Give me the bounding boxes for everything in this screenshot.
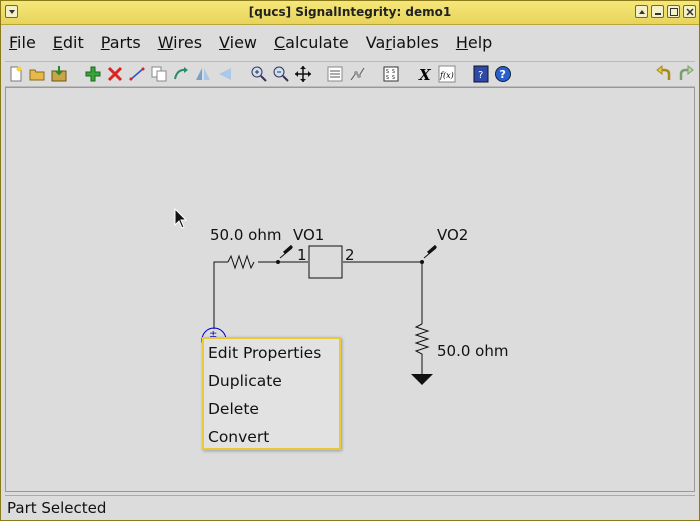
resistor-r2 bbox=[414, 323, 430, 374]
two-port-block bbox=[308, 245, 343, 279]
save-icon[interactable] bbox=[50, 65, 68, 83]
menu-variables[interactable]: Variables bbox=[364, 31, 441, 54]
flip-icon[interactable] bbox=[216, 65, 234, 83]
help-book-icon[interactable]: ? bbox=[472, 65, 490, 83]
undo-icon[interactable] bbox=[655, 65, 673, 83]
add-part-icon[interactable] bbox=[84, 65, 102, 83]
open-folder-icon[interactable] bbox=[28, 65, 46, 83]
resistor-r2-label: 50.0 ohm bbox=[437, 342, 509, 360]
graph-icon[interactable] bbox=[348, 65, 366, 83]
wire-port2-to-r2 bbox=[343, 261, 423, 324]
context-menu: Edit Properties Duplicate Delete Convert bbox=[202, 337, 341, 450]
port-1-label: 1 bbox=[297, 246, 307, 264]
mirror-icon[interactable] bbox=[194, 65, 212, 83]
maximize-button[interactable] bbox=[667, 5, 680, 18]
ground-icon bbox=[411, 374, 433, 385]
junction-dot-1 bbox=[276, 260, 280, 264]
menu-item-duplicate[interactable]: Duplicate bbox=[208, 372, 282, 390]
svg-text:X: X bbox=[418, 66, 432, 83]
close-button[interactable] bbox=[683, 5, 696, 18]
minimize-button[interactable] bbox=[651, 5, 664, 18]
duplicate-icon[interactable] bbox=[150, 65, 168, 83]
title-bar[interactable]: [qucs] SignalIntegrity: demo1 bbox=[1, 1, 699, 25]
netlist-icon[interactable] bbox=[326, 65, 344, 83]
svg-text:?: ? bbox=[500, 68, 506, 81]
rotate-icon[interactable] bbox=[172, 65, 190, 83]
shade-button[interactable] bbox=[635, 5, 648, 18]
mouse-cursor-icon bbox=[174, 208, 188, 229]
zoom-out-icon[interactable] bbox=[272, 65, 290, 83]
function-icon[interactable]: f(x) bbox=[438, 65, 456, 83]
matrix-icon[interactable]: S SS S bbox=[382, 65, 400, 83]
junction-dot-2 bbox=[420, 260, 424, 264]
probe-vo1-label: VO1 bbox=[293, 226, 325, 244]
probe-vo2-label: VO2 bbox=[437, 226, 469, 244]
menu-bar: File Edit Parts Wires View Calculate Variables… bbox=[7, 31, 507, 57]
svg-text:?: ? bbox=[478, 70, 483, 81]
menu-item-edit-properties[interactable]: Edit Properties bbox=[208, 344, 321, 362]
menu-item-convert[interactable]: Convert bbox=[208, 428, 269, 446]
menu-edit[interactable]: Edit bbox=[51, 31, 86, 54]
menu-wires[interactable]: Wires bbox=[156, 31, 204, 54]
svg-text:S S: S S bbox=[386, 75, 395, 81]
pan-icon[interactable] bbox=[294, 65, 312, 83]
menu-item-delete[interactable]: Delete bbox=[208, 400, 259, 418]
delete-part-icon[interactable] bbox=[106, 65, 124, 83]
menu-help[interactable]: Help bbox=[454, 31, 494, 54]
status-bar: Part Selected bbox=[5, 495, 695, 520]
menu-parts[interactable]: Parts bbox=[99, 31, 143, 54]
schematic-drawing: ± bbox=[201, 244, 437, 385]
window-title: [qucs] SignalIntegrity: demo1 bbox=[248, 5, 452, 19]
menu-view[interactable]: View bbox=[217, 31, 259, 54]
new-file-icon[interactable] bbox=[7, 65, 25, 83]
svg-text:f(x): f(x) bbox=[439, 71, 454, 80]
resistor-r1-label: 50.0 ohm bbox=[210, 226, 282, 244]
variable-x-icon[interactable]: X bbox=[416, 65, 434, 83]
app-window: [qucs] SignalIntegrity: demo1 File Edit Pa… bbox=[0, 0, 700, 521]
help-question-icon[interactable]: ? bbox=[494, 65, 512, 83]
resistor-r1 bbox=[227, 254, 255, 270]
menu-file[interactable]: File bbox=[7, 31, 38, 54]
add-wire-icon[interactable] bbox=[128, 65, 146, 83]
schematic-canvas[interactable]: ± 50.0 ohm VO1 1 2 VO2 50.0 ohm bbox=[5, 87, 695, 492]
port-2-label: 2 bbox=[345, 246, 355, 264]
redo-icon[interactable] bbox=[677, 65, 695, 83]
status-text: Part Selected bbox=[7, 499, 107, 517]
toolbar: S SS S X f(x) ? ? bbox=[5, 61, 695, 87]
menu-calculate[interactable]: Calculate bbox=[272, 31, 351, 54]
wire-source-to-r1 bbox=[213, 261, 228, 329]
zoom-in-icon[interactable] bbox=[250, 65, 268, 83]
